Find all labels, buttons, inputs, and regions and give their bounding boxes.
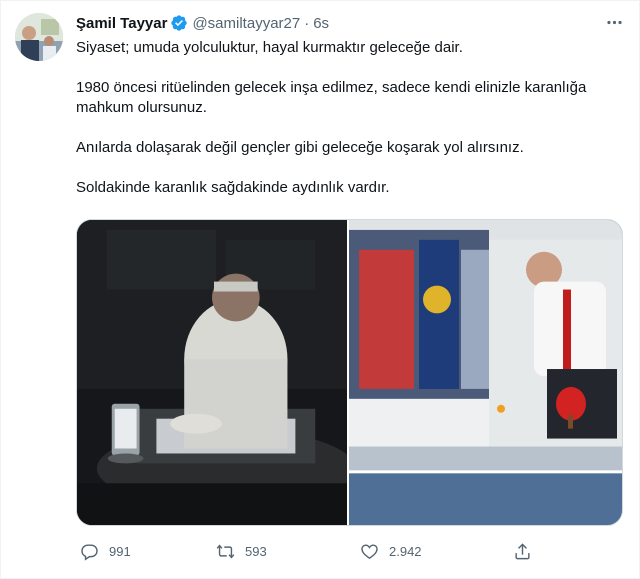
tweet-paragraph: Siyaset; umuda yolculuktur, hayal kurmak…: [76, 39, 463, 56]
reply-icon: [81, 543, 98, 561]
retweet-button[interactable]: 593: [216, 539, 267, 563]
tweet-paragraph: 1980 öncesi ritüelinden gelecek inşa edi…: [76, 79, 587, 116]
display-name[interactable]: Şamil Tayyar: [76, 15, 167, 32]
verified-badge-icon: [170, 14, 188, 32]
separator-dot: ·: [304, 14, 310, 32]
action-bar: 991 593 2.942: [76, 539, 546, 563]
share-button[interactable]: [513, 539, 532, 563]
photo-dark-desk[interactable]: [77, 220, 349, 525]
reply-button[interactable]: 991: [80, 539, 131, 563]
handle[interactable]: @samiltayyar27: [192, 15, 300, 32]
timestamp[interactable]: 6s: [313, 15, 329, 32]
tweet-paragraph: Anılarda dolaşarak değil gençler gibi ge…: [76, 139, 524, 156]
tweet-paragraph: Soldakinde karanlık sağdakinde aydınlık …: [76, 179, 390, 196]
tweet[interactable]: Şamil Tayyar @samiltayyar27 · 6s Siyaset…: [0, 0, 640, 579]
more-horizontal-icon[interactable]: [603, 11, 625, 33]
share-icon: [515, 542, 530, 559]
retweet-count: 593: [245, 543, 267, 559]
reply-count: 991: [109, 543, 131, 559]
media-grid: [76, 219, 623, 526]
tweet-header: Şamil Tayyar @samiltayyar27 · 6s: [76, 13, 329, 33]
avatar[interactable]: [15, 13, 63, 61]
retweet-icon: [216, 543, 235, 559]
like-button[interactable]: 2.942: [360, 539, 422, 563]
like-count: 2.942: [389, 543, 422, 559]
heart-icon: [361, 543, 378, 559]
photo-table-tennis[interactable]: [349, 220, 622, 525]
tweet-text: Siyaset; umuda yolculuktur, hayal kurmak…: [76, 38, 621, 198]
